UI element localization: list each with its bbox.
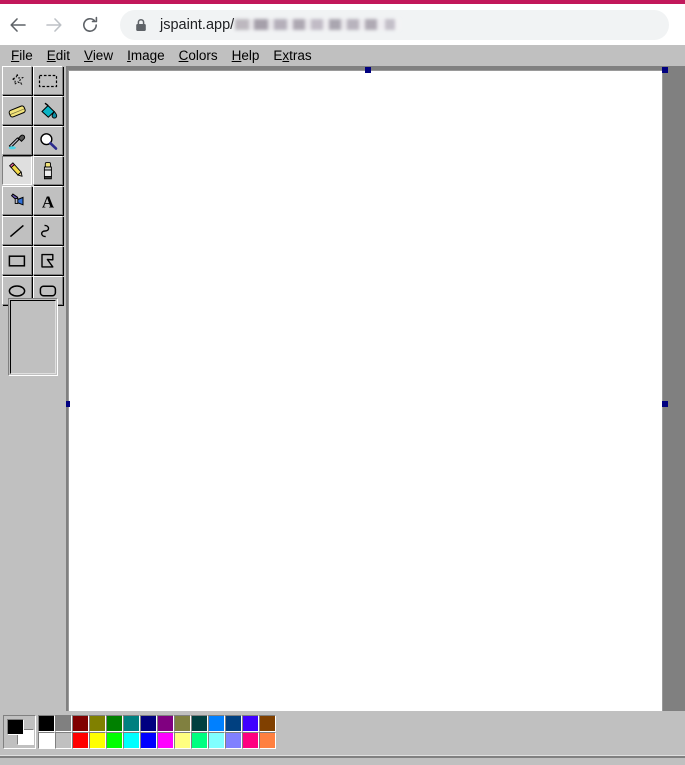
palette-swatch[interactable]: [174, 732, 191, 749]
resize-handle-left-middle[interactable]: [66, 401, 70, 407]
status-bar: For Help, click Help Topics on the Help …: [0, 755, 685, 765]
palette-swatch[interactable]: [225, 732, 242, 749]
url-text: jspaint.app/: [160, 16, 401, 33]
tool-line[interactable]: [2, 216, 32, 245]
palette-swatch[interactable]: [208, 732, 225, 749]
menu-item-view[interactable]: View: [77, 46, 120, 65]
eraser-icon: [8, 104, 26, 117]
palette-swatch[interactable]: [242, 732, 259, 749]
rectangle-icon: [8, 254, 26, 267]
palette-swatch[interactable]: [72, 732, 89, 749]
url-path-redacted: [235, 18, 401, 30]
svg-text:A: A: [42, 192, 55, 211]
reload-button[interactable]: [72, 7, 108, 43]
url-domain: jspaint.app/: [160, 16, 235, 33]
palette-swatch[interactable]: [123, 715, 140, 732]
palette-swatch[interactable]: [242, 715, 259, 732]
select-icon: [38, 74, 58, 87]
tool-pick-color[interactable]: [2, 126, 32, 155]
palette-swatch[interactable]: [38, 732, 55, 749]
palette-swatch[interactable]: [89, 715, 106, 732]
tool-airbrush[interactable]: [2, 186, 32, 215]
tool-eraser[interactable]: [2, 96, 32, 125]
tool-curve[interactable]: [33, 216, 63, 245]
primary-color-swatch[interactable]: [7, 719, 24, 735]
text-icon: A: [42, 192, 55, 211]
resize-handle-top-center[interactable]: [365, 67, 371, 73]
line-icon: [9, 224, 24, 237]
tool-polygon[interactable]: [33, 246, 63, 275]
tool-free-form-select[interactable]: [2, 66, 32, 95]
resize-handle-right-middle[interactable]: [662, 401, 668, 407]
fill-bucket-icon: [41, 102, 58, 119]
palette-swatch[interactable]: [140, 732, 157, 749]
menu-item-extras[interactable]: Extras: [266, 46, 318, 65]
tool-rectangle[interactable]: [2, 246, 32, 275]
palette-swatch[interactable]: [106, 732, 123, 749]
resize-handle-top-right[interactable]: [662, 67, 668, 73]
brush-icon: [43, 161, 52, 179]
menu-bar: File Edit View Image Colors Help Extras: [0, 45, 685, 66]
polygon-icon: [41, 253, 54, 268]
menu-item-help[interactable]: Help: [225, 46, 267, 65]
tool-options-panel[interactable]: [8, 298, 58, 376]
forward-button[interactable]: [36, 7, 72, 43]
tool-text[interactable]: A: [33, 186, 63, 215]
app-root: jspaint.app/ File Edit View Image Colors…: [0, 0, 685, 765]
palette-swatch[interactable]: [157, 732, 174, 749]
curve-icon: [40, 224, 50, 237]
palette-swatch[interactable]: [123, 732, 140, 749]
eyedropper-icon: [8, 134, 26, 149]
drawing-canvas[interactable]: [68, 70, 663, 711]
palette-swatch[interactable]: [208, 715, 225, 732]
current-colors-indicator[interactable]: [3, 715, 36, 749]
ellipse-icon: [8, 284, 26, 297]
palette-swatch[interactable]: [106, 715, 123, 732]
browser-toolbar: jspaint.app/: [0, 4, 685, 45]
pencil-icon: [8, 161, 23, 177]
menu-item-colors[interactable]: Colors: [172, 46, 225, 65]
status-bar-separator: [0, 756, 685, 758]
palette-swatch[interactable]: [191, 715, 208, 732]
palette-swatch[interactable]: [89, 732, 106, 749]
canvas-area[interactable]: [66, 66, 685, 711]
palette-swatch[interactable]: [174, 715, 191, 732]
toolbox: A: [2, 66, 64, 305]
palette-swatch[interactable]: [38, 715, 55, 732]
tool-select[interactable]: [33, 66, 63, 95]
palette-swatch[interactable]: [157, 715, 174, 732]
tool-magnifier[interactable]: [33, 126, 63, 155]
tool-options-inner: [10, 300, 56, 374]
menu-item-edit[interactable]: Edit: [40, 46, 77, 65]
palette-swatch[interactable]: [55, 715, 72, 732]
menu-item-file[interactable]: File: [4, 46, 40, 65]
address-bar[interactable]: jspaint.app/: [120, 9, 669, 40]
tool-fill-with-color[interactable]: [33, 96, 63, 125]
lock-icon: [134, 18, 148, 32]
menu-item-image[interactable]: Image: [120, 46, 172, 65]
magnifier-icon: [40, 132, 58, 150]
palette-swatch[interactable]: [191, 732, 208, 749]
color-palette[interactable]: [38, 715, 276, 749]
palette-swatch[interactable]: [259, 715, 276, 732]
palette-swatch[interactable]: [140, 715, 157, 732]
app-body: A: [0, 66, 685, 711]
airbrush-icon: [10, 192, 24, 206]
palette-swatch[interactable]: [55, 732, 72, 749]
palette-swatch[interactable]: [72, 715, 89, 732]
canvas-wrapper: [66, 67, 668, 711]
tool-brush[interactable]: [33, 156, 63, 185]
color-palette-bar: [0, 711, 685, 755]
jspaint-window: File Edit View Image Colors Help Extras: [0, 45, 685, 765]
tool-pencil[interactable]: [2, 156, 32, 185]
back-button[interactable]: [0, 7, 36, 43]
free-form-select-icon: [10, 72, 25, 85]
palette-swatch[interactable]: [225, 715, 242, 732]
palette-swatch[interactable]: [259, 732, 276, 749]
rounded-rectangle-icon: [39, 284, 57, 297]
